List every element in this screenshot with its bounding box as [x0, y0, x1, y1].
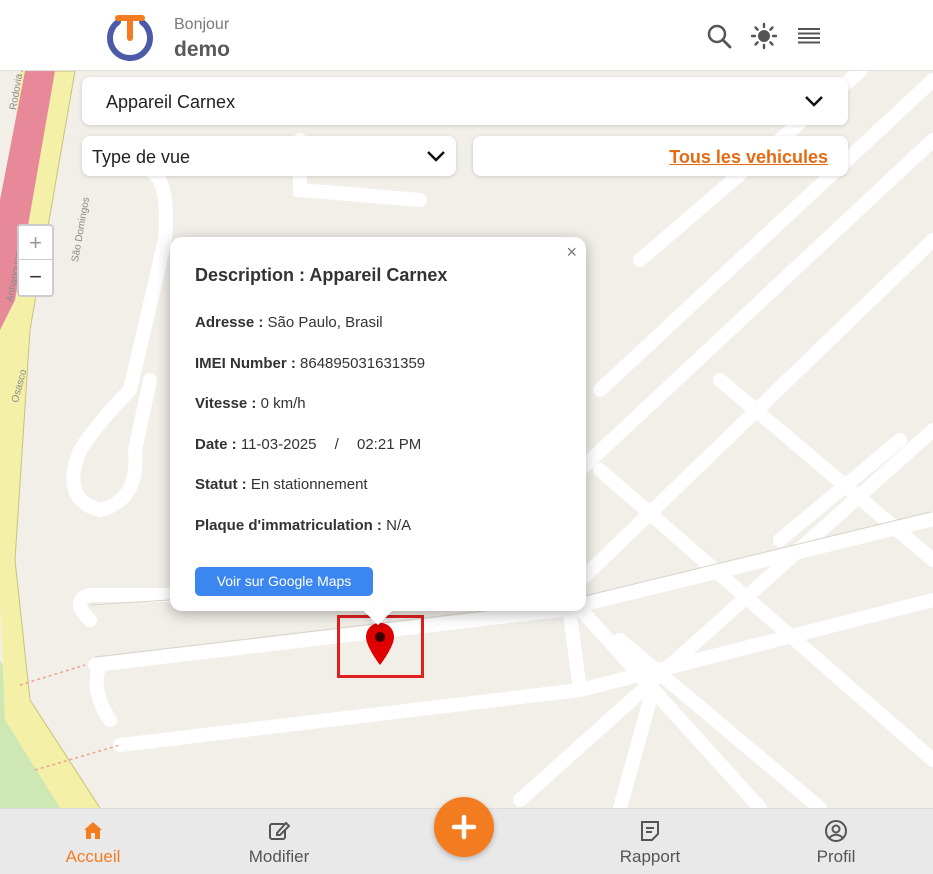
close-icon[interactable]: ×	[566, 242, 577, 263]
imei-label: IMEI Number :	[195, 355, 296, 372]
imei-row: IMEI Number : 864895031631359	[195, 355, 425, 372]
nav-item-accueil[interactable]: Accueil	[43, 819, 143, 867]
plate-value: N/A	[386, 517, 412, 534]
add-button[interactable]	[434, 797, 494, 857]
search-icon[interactable]	[705, 22, 733, 50]
home-icon	[84, 822, 102, 839]
time-value: 02:21 PM	[357, 436, 422, 453]
view-type-select-value: Type de vue	[92, 147, 191, 167]
vehicles-box: Tous les vehicules	[473, 136, 848, 176]
status-label: Statut :	[195, 476, 247, 493]
app-logo	[107, 15, 153, 61]
date-label: Date :	[195, 436, 237, 453]
device-info-popup: × Description : Appareil Carnex Adresse …	[170, 237, 586, 626]
nav-item-profil[interactable]: Profil	[786, 819, 886, 867]
username-text: demo	[174, 38, 231, 61]
app-header: Bonjour demo	[0, 0, 933, 71]
nav-label: Profil	[816, 847, 856, 866]
zoom-out-button[interactable]: −	[19, 260, 52, 294]
nav-item-modifier[interactable]: Modifier	[229, 819, 329, 867]
date-row: Date : 11-03-2025 / 02:21 PM	[195, 436, 421, 453]
zoom-control: + −	[17, 224, 54, 297]
device-select[interactable]: Appareil Carnex	[82, 77, 848, 125]
popup-title: Description : Appareil Carnex	[195, 265, 448, 285]
zoom-in-button[interactable]: +	[19, 226, 52, 260]
greeting-text: Bonjour	[174, 16, 230, 33]
plate-row: Plaque d'immatriculation : N/A	[195, 517, 411, 534]
status-value: En stationnement	[250, 476, 368, 493]
nav-label: Rapport	[619, 847, 681, 866]
edit-icon	[269, 821, 291, 840]
status-row: Statut : En stationnement	[195, 476, 368, 493]
sun-icon[interactable]	[750, 22, 778, 50]
address-row: Adresse : São Paulo, Brasil	[195, 314, 383, 331]
date-separator: /	[334, 436, 339, 453]
nav-label: Accueil	[65, 847, 121, 866]
date-value: 11-03-2025	[240, 436, 317, 453]
address-label: Adresse :	[195, 314, 264, 331]
profile-icon	[825, 820, 847, 842]
nav-label: Modifier	[248, 847, 310, 866]
location-pin-icon[interactable]	[364, 621, 396, 669]
speed-row: Vitesse : 0 km/h	[195, 395, 306, 412]
chevron-down-icon	[805, 96, 823, 107]
imei-value: 864895031631359	[300, 355, 426, 372]
chevron-down-icon	[427, 151, 445, 162]
report-icon	[641, 821, 659, 841]
menu-icon[interactable]	[795, 22, 823, 50]
speed-label: Vitesse :	[195, 395, 257, 412]
speed-value: 0 km/h	[260, 395, 306, 412]
all-vehicles-link[interactable]: Tous les vehicules	[669, 147, 828, 168]
device-select-value: Appareil Carnex	[106, 92, 236, 112]
plus-icon	[451, 814, 477, 840]
nav-item-rapport[interactable]: Rapport	[600, 819, 700, 867]
address-value: São Paulo, Brasil	[267, 314, 383, 331]
google-maps-button[interactable]: Voir sur Google Maps	[195, 567, 373, 596]
marker-highlight-box	[337, 615, 424, 678]
view-type-select[interactable]: Type de vue	[82, 136, 456, 176]
plate-label: Plaque d'immatriculation :	[195, 517, 382, 534]
